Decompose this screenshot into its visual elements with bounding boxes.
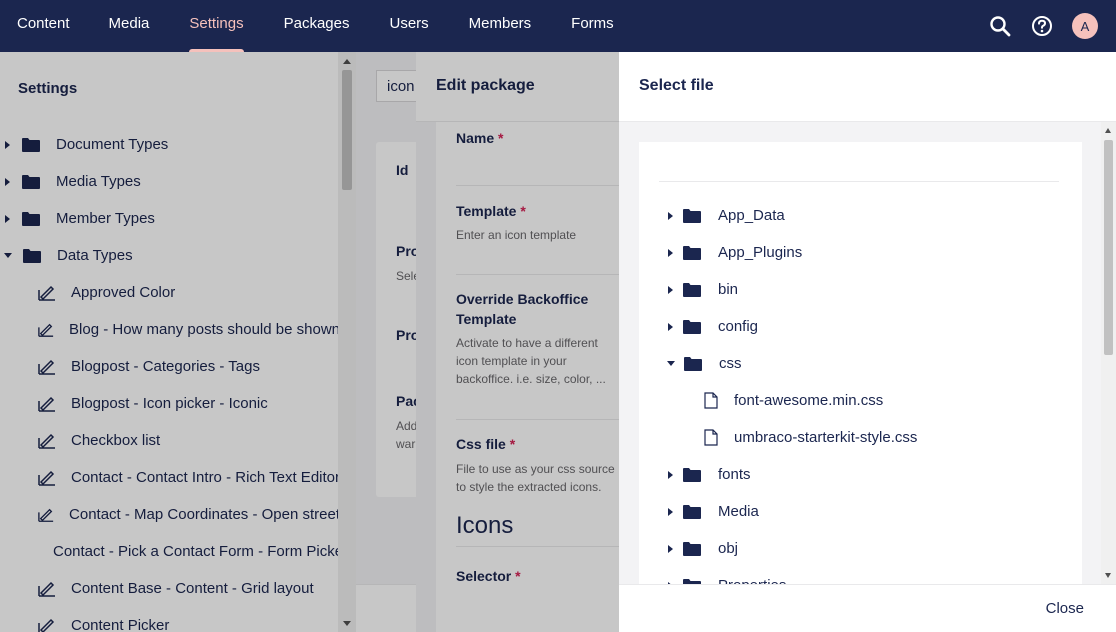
file-icon <box>704 429 718 446</box>
folder-icon <box>683 320 701 334</box>
nav-users[interactable]: Users <box>389 0 428 52</box>
caret-right-icon[interactable] <box>668 322 673 331</box>
scroll-down-icon[interactable] <box>1105 573 1111 578</box>
divider <box>659 181 1059 182</box>
file-tree-folder[interactable]: fonts <box>668 456 751 493</box>
file-tree-folder[interactable]: config <box>668 308 758 345</box>
file-tree-folder[interactable]: Media <box>668 493 759 530</box>
file-tree-label: umbraco-starterkit-style.css <box>734 429 918 446</box>
folder-icon <box>683 246 701 260</box>
nav-settings[interactable]: Settings <box>189 0 244 52</box>
file-tree-label: fonts <box>718 466 751 483</box>
select-file-header: Select file <box>619 52 1116 122</box>
file-tree-label: css <box>719 355 742 372</box>
caret-right-icon[interactable] <box>668 248 673 257</box>
folder-icon <box>683 283 701 297</box>
folder-icon <box>683 468 701 482</box>
file-tree-label: Media <box>718 503 759 520</box>
file-tree-file[interactable]: umbraco-starterkit-style.css <box>704 419 917 456</box>
file-tree-folder[interactable]: obj <box>668 530 738 567</box>
nav-media[interactable]: Media <box>109 0 150 52</box>
select-file-panel: Select file App_Data App_Plugins bin con… <box>619 52 1116 632</box>
file-icon <box>704 392 718 409</box>
main-nav: Content Media Settings Packages Users Me… <box>0 0 614 52</box>
file-tree-label: App_Plugins <box>718 244 803 261</box>
nav-packages[interactable]: Packages <box>284 0 350 52</box>
select-file-footer: Close <box>619 584 1116 632</box>
file-tree-folder[interactable]: bin <box>668 271 738 308</box>
nav-forms[interactable]: Forms <box>571 0 614 52</box>
close-button[interactable]: Close <box>1046 600 1084 617</box>
folder-icon <box>683 542 701 556</box>
file-tree-folder[interactable]: App_Plugins <box>668 234 802 271</box>
caret-down-icon[interactable] <box>667 361 675 366</box>
file-tree-label: config <box>718 318 759 335</box>
folder-icon <box>683 209 701 223</box>
file-tree: App_Data App_Plugins bin config css font… <box>639 142 1082 585</box>
file-tree-label: App_Data <box>718 207 785 224</box>
file-tree-scrollbar[interactable] <box>1101 122 1116 584</box>
folder-icon <box>683 505 701 519</box>
caret-right-icon[interactable] <box>668 285 673 294</box>
file-tree-label: obj <box>718 540 739 557</box>
file-tree-scrollbar-thumb[interactable] <box>1104 140 1113 355</box>
top-actions: A <box>988 0 1116 52</box>
modal-backdrop[interactable] <box>0 52 619 632</box>
file-tree-folder[interactable]: App_Data <box>668 197 785 234</box>
file-tree-folder-expanded[interactable]: css <box>667 345 742 382</box>
folder-icon <box>684 357 702 371</box>
user-avatar[interactable]: A <box>1072 13 1098 39</box>
caret-right-icon[interactable] <box>668 470 673 479</box>
scroll-up-icon[interactable] <box>1105 128 1111 133</box>
caret-right-icon[interactable] <box>668 211 673 220</box>
file-tree-label: bin <box>718 281 739 298</box>
caret-right-icon[interactable] <box>668 507 673 516</box>
nav-members[interactable]: Members <box>469 0 532 52</box>
search-icon[interactable] <box>988 14 1012 38</box>
help-icon[interactable] <box>1030 14 1054 38</box>
file-tree-folder[interactable]: Properties <box>668 567 786 585</box>
nav-content[interactable]: Content <box>17 0 70 52</box>
top-navigation-bar: Content Media Settings Packages Users Me… <box>0 0 1116 52</box>
select-file-title: Select file <box>639 77 714 94</box>
file-tree-label: font-awesome.min.css <box>734 392 884 409</box>
caret-right-icon[interactable] <box>668 544 673 553</box>
file-tree-file[interactable]: font-awesome.min.css <box>704 382 883 419</box>
